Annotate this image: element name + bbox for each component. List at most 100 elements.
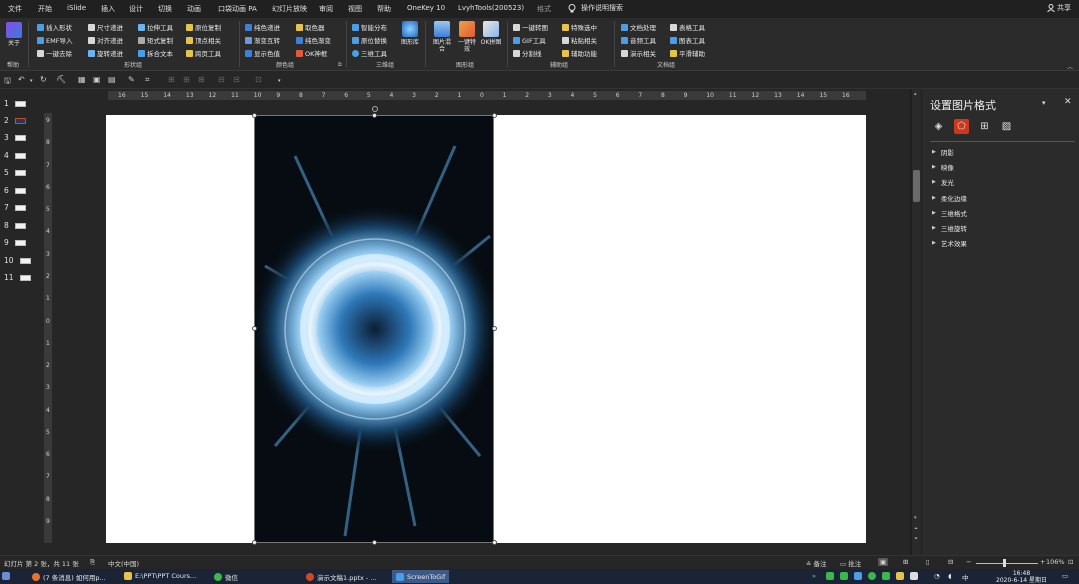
system-clock[interactable]: 16:48 2020-6-14 星期日	[996, 570, 1047, 584]
notification-icon[interactable]: ▭	[1062, 572, 1068, 580]
slide-sorter-icon[interactable]: ⊞	[903, 558, 908, 566]
tab-insert[interactable]: 插入	[101, 4, 115, 14]
distribute-icon[interactable]: ⊟	[218, 75, 225, 84]
scroll-up-icon[interactable]: ▴	[914, 91, 917, 97]
tab-onekey[interactable]: OneKey 10	[407, 4, 445, 12]
resize-handle[interactable]	[252, 113, 257, 118]
tab-help[interactable]: 帮助	[377, 4, 391, 14]
section-glow[interactable]: ▶ 发光	[932, 177, 954, 187]
start-icon[interactable]	[2, 572, 10, 580]
scrollbar-thumb[interactable]	[913, 170, 920, 202]
picture-tab-icon[interactable]: ▨	[999, 119, 1014, 134]
slide-thumbnail[interactable]: 6	[4, 186, 26, 195]
tab-format[interactable]: 格式	[537, 4, 551, 14]
table-icon[interactable]: ▦	[78, 75, 86, 84]
resize-handle[interactable]	[372, 540, 377, 545]
fill-line-tab-icon[interactable]: ◈	[931, 119, 946, 134]
taskbar-item-powerpoint[interactable]: 演示文稿1.pptx - ...	[306, 572, 377, 582]
align-progression-button[interactable]: 对齐递进	[88, 35, 123, 45]
solid-progression-button[interactable]: 纯色递进	[245, 22, 280, 32]
taskbar-item-browser[interactable]: (7 条消息) 如何用p...	[32, 572, 106, 582]
ok-collage-button[interactable]: OK拼图	[480, 21, 502, 46]
align-center-icon[interactable]: ⊞	[183, 75, 190, 84]
image-icon[interactable]: ▣	[93, 75, 101, 84]
doc-process-button[interactable]: 文档处理	[621, 22, 656, 32]
special-select-button[interactable]: 特殊选中	[562, 22, 597, 32]
section-shadow[interactable]: ▶ 阴影	[932, 147, 954, 157]
slide-thumbnail[interactable]: 8	[4, 221, 26, 230]
one-click-effect-button[interactable]: 一键特效	[456, 21, 478, 53]
pane-options-icon[interactable]: ▾	[1042, 99, 1046, 107]
tray-app-icon[interactable]	[896, 572, 904, 580]
size-properties-tab-icon[interactable]: ⊞	[977, 119, 992, 134]
smart-distribute-button[interactable]: 智能分布	[352, 22, 387, 32]
tab-pocket-animation[interactable]: 口袋动画 PA	[218, 4, 257, 14]
normal-view-icon[interactable]: ▣	[878, 558, 889, 566]
redo-icon[interactable]: ↻	[40, 75, 47, 84]
align-left-icon[interactable]: ⊞	[168, 75, 175, 84]
taskbar-item-wechat[interactable]: 微信	[214, 572, 238, 582]
tray-app-icon[interactable]	[854, 572, 862, 580]
group-icon[interactable]: ⊡	[255, 75, 262, 84]
tray-app-icon[interactable]	[882, 572, 890, 580]
size-progression-button[interactable]: 尺寸递进	[88, 22, 123, 32]
spellcheck-icon[interactable]: ⎘	[90, 558, 95, 567]
collapse-ribbon-icon[interactable]: ︿	[1067, 62, 1073, 71]
gradient-swap-button[interactable]: 渐变互转	[245, 35, 280, 45]
show-color-value-button[interactable]: 显示色值	[245, 48, 280, 58]
tray-app-icon[interactable]	[868, 572, 876, 580]
section-3d-rotation[interactable]: ▶ 三维旋转	[932, 223, 967, 233]
rotate-progression-button[interactable]: 旋转递进	[88, 48, 123, 58]
resize-handle[interactable]	[252, 540, 257, 545]
undo-icon[interactable]: ↶	[18, 75, 25, 84]
tab-file[interactable]: 文件	[8, 4, 22, 14]
emf-import-button[interactable]: EMF导入	[37, 35, 72, 45]
taskbar-item-explorer[interactable]: E:\PPT\PPT Cours...	[124, 572, 196, 580]
tray-app-icon[interactable]	[826, 572, 834, 580]
grid-icon[interactable]: ▤	[108, 75, 116, 84]
ime-icon[interactable]: 中	[962, 572, 969, 582]
crop-icon[interactable]: ⌗	[145, 75, 150, 85]
zoom-level[interactable]: 106%	[1046, 558, 1065, 566]
audio-tool-button[interactable]: 音频工具	[621, 35, 656, 45]
resize-handle[interactable]	[492, 113, 497, 118]
tray-icons[interactable]: »	[812, 572, 816, 580]
shape-library-button[interactable]: 图形库	[401, 21, 419, 46]
slide-thumbnail[interactable]: 5	[4, 168, 26, 177]
slide-thumbnail-selected[interactable]: 2	[4, 116, 26, 125]
align-right-icon[interactable]: ⊞	[198, 75, 205, 84]
zoom-out-icon[interactable]: −	[966, 558, 971, 566]
slide-thumbnail[interactable]: 10	[4, 256, 31, 265]
split-merge-text-button[interactable]: 拆合文本	[138, 48, 173, 58]
language-indicator[interactable]: 中文(中国)	[108, 558, 139, 568]
section-3d-format[interactable]: ▶ 三维格式	[932, 208, 967, 218]
section-reflection[interactable]: ▶ 映像	[932, 162, 954, 172]
assist-function-button[interactable]: 辅助功能	[562, 48, 597, 58]
brush-icon[interactable]: ✎	[128, 75, 135, 84]
comments-button[interactable]: ▭ 批注	[840, 558, 861, 568]
vertical-scrollbar[interactable]	[912, 89, 921, 555]
vertex-related-button[interactable]: 顶点相关	[186, 35, 221, 45]
fit-slide-icon[interactable]: ⊡	[1068, 558, 1073, 566]
resize-handle[interactable]	[372, 113, 377, 118]
network-icon[interactable]: ◔	[934, 572, 940, 580]
dialog-launcher-icon[interactable]: ⧉	[338, 62, 342, 68]
taskbar-item-screentogif[interactable]: ScreenToGif	[392, 570, 450, 583]
matrix-copy-button[interactable]: 矩式复制	[138, 35, 173, 45]
slide-thumbnail[interactable]: 11	[4, 273, 31, 282]
customize-icon[interactable]: ▾	[278, 78, 281, 84]
about-button[interactable]: 关于	[6, 22, 22, 47]
table-tool-button[interactable]: 表格工具	[670, 22, 705, 32]
format-painter-icon[interactable]: ⛏	[56, 75, 66, 84]
divider-line-button[interactable]: 分割线	[513, 48, 542, 58]
tab-transitions[interactable]: 切换	[158, 4, 172, 14]
distribute-vertical-icon[interactable]: ⊟	[233, 75, 240, 84]
slide-thumbnail[interactable]: 7	[4, 203, 26, 212]
slide-thumbnail[interactable]: 1	[4, 99, 26, 108]
image-blend-button[interactable]: 图片混合	[431, 21, 453, 53]
selected-picture[interactable]	[254, 115, 494, 543]
zoom-slider-track[interactable]	[976, 563, 1038, 564]
tab-animations[interactable]: 动画	[187, 4, 201, 14]
tab-home[interactable]: 开始	[38, 4, 52, 14]
resize-handle[interactable]	[492, 540, 497, 545]
